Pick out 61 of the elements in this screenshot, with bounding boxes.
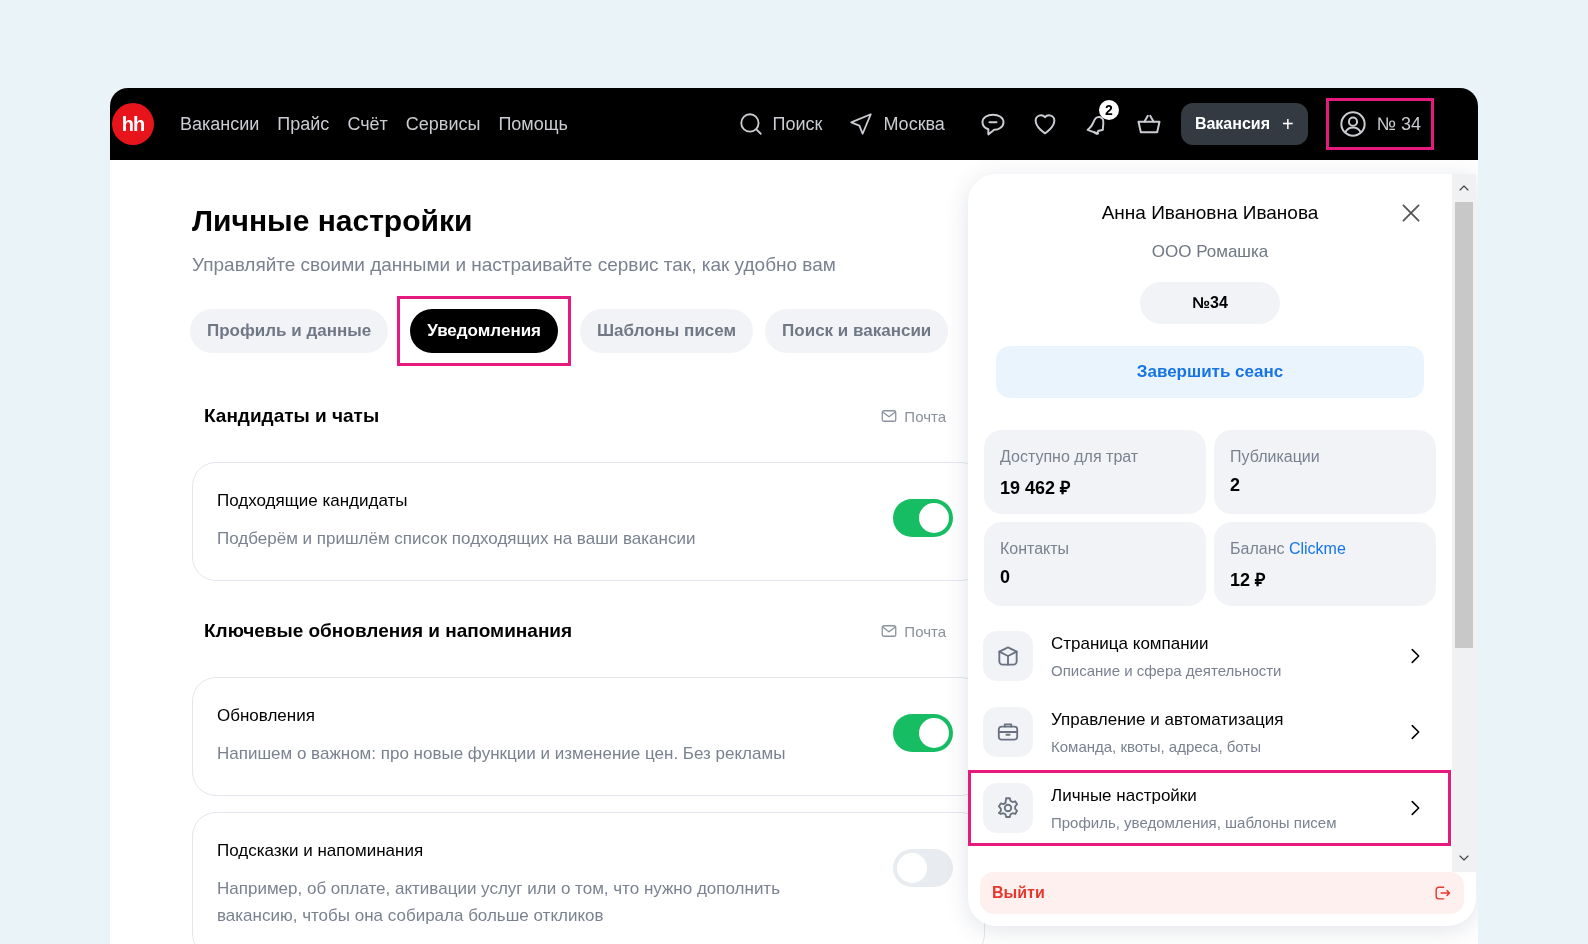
company-name: ООО Ромашка: [1151, 242, 1269, 262]
menu-item-title: Страница компании: [1051, 633, 1210, 654]
page-title: Личные настройки: [192, 204, 474, 238]
link[interactable]: Clickme: [1288, 540, 1346, 557]
nav-link[interactable]: Счёт: [347, 113, 388, 135]
stat-label: Публикации: [1230, 448, 1321, 466]
menu-item-title: Управление и автоматизация: [1051, 709, 1285, 730]
menu-item-subtitle: Команда, квоты, адреса, боты: [1051, 737, 1263, 755]
stat-value: 0: [1000, 567, 1011, 588]
tab[interactable]: Шаблоны писем: [580, 309, 754, 353]
logout-icon: [1432, 883, 1452, 903]
nav-link[interactable]: Помощь: [498, 113, 568, 135]
menu-item[interactable]: Управление и автоматизация Команда, квоты, адреса, боты: [968, 694, 1451, 770]
search-icon: [737, 111, 764, 137]
nav-link[interactable]: Вакансии: [180, 113, 260, 135]
mail-icon: [880, 622, 899, 640]
scrollbar[interactable]: [1452, 174, 1476, 872]
end-session-button[interactable]: Завершить сеанс: [996, 346, 1424, 398]
toggle-switch[interactable]: [893, 714, 953, 752]
stat-label: Контакты: [1000, 540, 1071, 558]
user-name: Анна Ивановна Иванова: [1101, 202, 1319, 224]
stat-value: 12 ₽: [1230, 569, 1267, 591]
tab[interactable]: Уведомления: [410, 309, 559, 353]
setting-description: Напишем о важном: про новые функции и изменение цен. Без рекламы: [217, 743, 786, 765]
account-button[interactable]: № 34: [1325, 98, 1434, 150]
toggle-switch[interactable]: [893, 499, 953, 537]
setting-description: Подберём и пришлём список подходящих на ваши вакансии: [217, 528, 696, 550]
search-link[interactable]: Поиск: [737, 111, 823, 137]
menu-item-subtitle: Описание и сфера деятельности: [1051, 661, 1283, 679]
logout-button[interactable]: Выйти: [980, 872, 1464, 914]
channel-label: Почта: [904, 407, 946, 425]
section-title: Кандидаты и чаты: [204, 405, 380, 427]
user-icon: [1338, 110, 1367, 138]
menu-item[interactable]: Личные настройки Профиль, уведомления, шаблоны писем: [968, 770, 1451, 846]
city-link[interactable]: Москва: [848, 111, 945, 137]
stat-value: 19 462 ₽: [1000, 477, 1072, 499]
account-number: №34: [1140, 282, 1280, 324]
setting-title: Подходящие кандидаты: [217, 491, 409, 511]
setting-title: Обновления: [217, 706, 316, 726]
logo[interactable]: hh: [112, 103, 154, 145]
stat-value: 2: [1230, 475, 1241, 496]
menu-item-title: Личные настройки: [1051, 785, 1198, 806]
page-subtitle: Управляйте своими данными и настраивайте сервис так, как удобно вам: [192, 254, 837, 276]
setting-description: Например, об оплате, активации услуг или о том, что нужно дополнить вакансию, чтобы она собирала больше откликов: [217, 878, 782, 927]
stat-label: Доступно для трат: [1000, 448, 1140, 466]
nav-link[interactable]: Сервисы: [405, 113, 481, 135]
section-title: Ключевые обновления и напоминания: [204, 620, 573, 642]
vacancy-button[interactable]: Вакансия +: [1180, 103, 1308, 145]
notification-badge: 2: [1098, 100, 1119, 120]
menu-item-subtitle: Профиль, уведомления, шаблоны писем: [1051, 813, 1338, 831]
gear-icon: [995, 795, 1021, 821]
location-arrow-icon: [848, 111, 875, 137]
stat-label: Баланс Clickme: [1230, 540, 1347, 558]
setting-title: Подсказки и напоминания: [217, 841, 425, 861]
tab[interactable]: Поиск и вакансии: [765, 309, 949, 353]
nav-link[interactable]: Прайс: [277, 113, 330, 135]
mail-icon: [880, 407, 899, 425]
tab[interactable]: Профиль и данные: [190, 309, 389, 353]
toggle-switch[interactable]: [893, 849, 953, 887]
channel-label: Почта: [904, 622, 946, 640]
menu-item[interactable]: Страница компании Описание и сфера деятельности: [968, 618, 1451, 694]
